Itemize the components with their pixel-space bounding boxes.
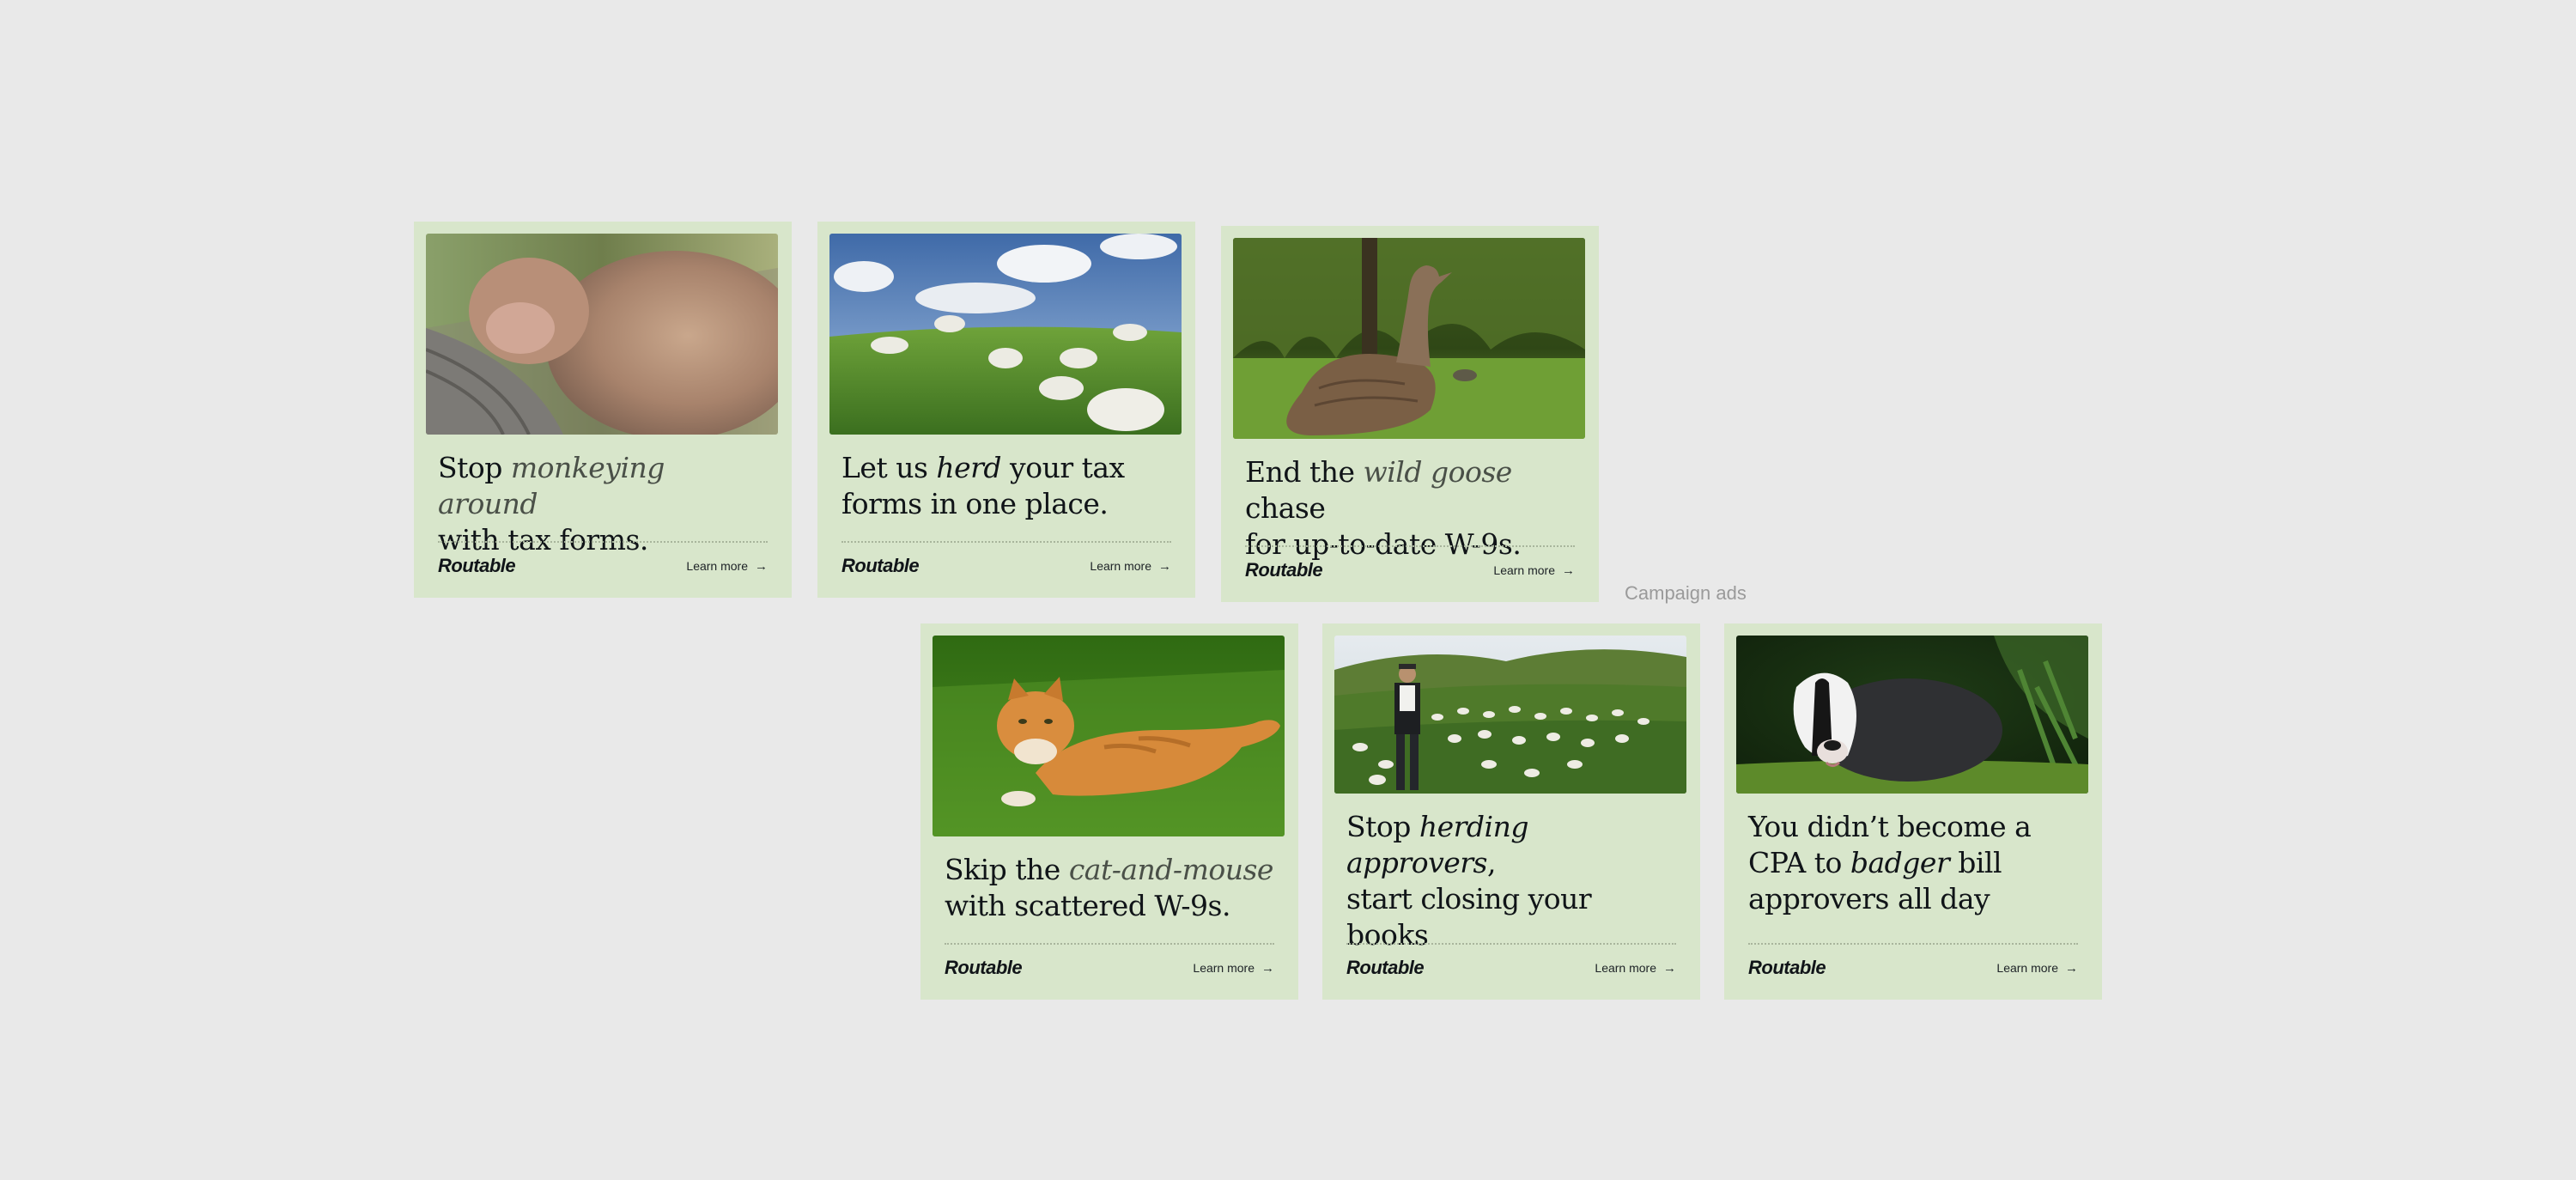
arrow-right-icon: → (1663, 960, 1676, 976)
ad-card-sheep[interactable]: Let us herd your tax forms in one place.… (817, 222, 1195, 598)
learn-more-link[interactable]: Learn more → (1493, 563, 1575, 578)
arrow-right-icon: → (1158, 558, 1171, 574)
ad-headline: Stop herding approvers, start closing yo… (1346, 810, 1592, 952)
ad-card-goose[interactable]: End the wild goose chase for up-to-date … (1221, 226, 1599, 602)
arrow-right-icon: → (755, 558, 768, 574)
learn-more-link[interactable]: Learn more → (1595, 961, 1676, 976)
divider (1245, 545, 1575, 547)
ad-photo-goose (1233, 238, 1585, 439)
ad-photo-monkey (426, 234, 778, 435)
ad-card-badger[interactable]: You didn’t become a CPA to badger bill a… (1724, 623, 2102, 1000)
ad-photo-cat (933, 636, 1285, 836)
divider (841, 541, 1171, 543)
ad-photo-badger (1736, 636, 2088, 794)
divider (1748, 943, 2078, 945)
routable-logo: Routable (945, 957, 1023, 978)
ad-card-shepherd[interactable]: Stop herding approvers, start closing yo… (1322, 623, 1700, 1000)
routable-logo: Routable (1346, 957, 1425, 978)
routable-logo: Routable (1748, 957, 1826, 978)
learn-more-link[interactable]: Learn more → (1996, 961, 2078, 976)
learn-more-link[interactable]: Learn more → (686, 559, 768, 574)
section-caption: Campaign ads (1625, 582, 1747, 604)
ad-card-monkey[interactable]: Stop monkeying around with tax forms. Ro… (414, 222, 792, 598)
divider (945, 943, 1274, 945)
arrow-right-icon: → (2065, 960, 2078, 976)
ad-headline: You didn’t become a CPA to badger bill a… (1748, 810, 2032, 915)
arrow-right-icon: → (1562, 563, 1575, 578)
divider (438, 541, 768, 543)
routable-logo: Routable (438, 555, 516, 576)
ad-headline: Skip the cat-and-mouse with scattered W-… (945, 853, 1273, 922)
ad-card-cat[interactable]: Skip the cat-and-mouse with scattered W-… (920, 623, 1298, 1000)
routable-logo: Routable (1245, 559, 1323, 581)
divider (1346, 943, 1676, 945)
learn-more-link[interactable]: Learn more → (1193, 961, 1274, 976)
ad-photo-shepherd (1334, 636, 1686, 794)
routable-logo: Routable (841, 555, 920, 576)
ad-headline: Let us herd your tax forms in one place. (841, 451, 1125, 520)
learn-more-link[interactable]: Learn more → (1090, 559, 1171, 574)
arrow-right-icon: → (1261, 960, 1274, 976)
ad-photo-sheep (829, 234, 1182, 435)
